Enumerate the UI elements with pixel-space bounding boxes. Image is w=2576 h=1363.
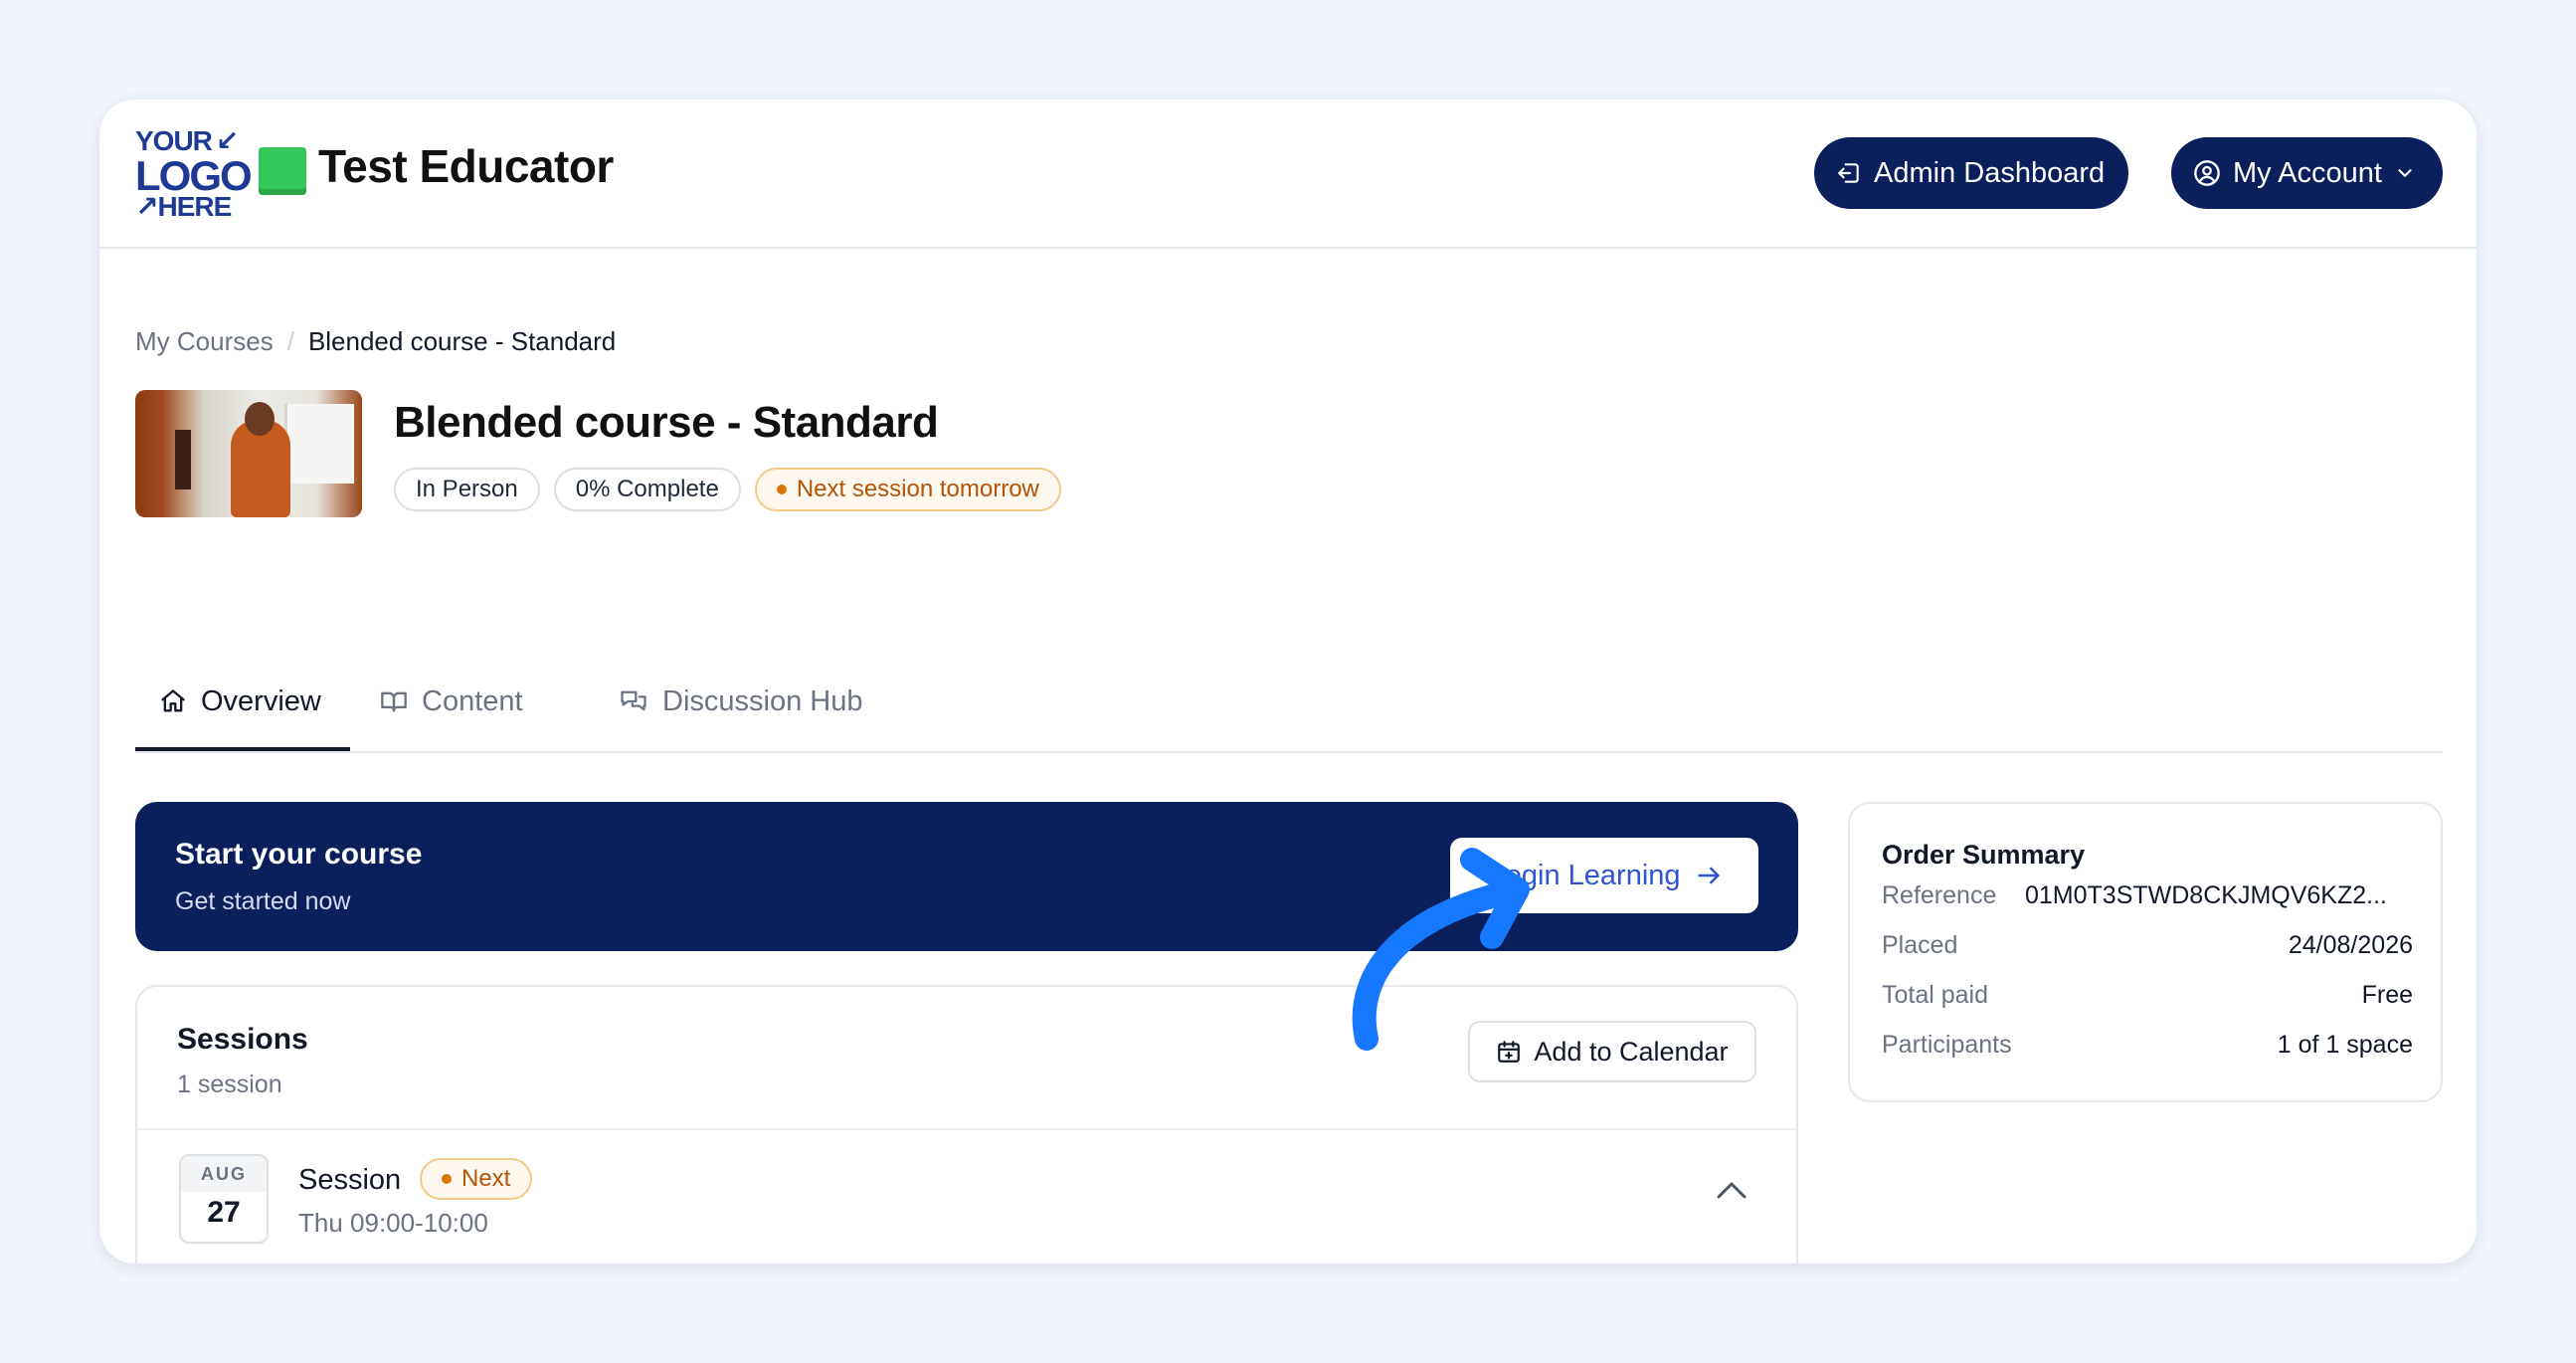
progress-chip: 0% Complete — [553, 468, 741, 511]
main-card: YOUR ↙ LOGO ↗HERE Test Educator Admin Das… — [99, 99, 2477, 1264]
tab-discussion-hub[interactable]: Discussion Hub — [619, 652, 862, 751]
sessions-divider — [137, 1128, 1796, 1130]
order-value: Free — [2361, 981, 2413, 1009]
sessions-title: Sessions — [177, 1023, 308, 1056]
my-account-label: My Account — [2233, 156, 2382, 189]
session-next-badge: Next — [420, 1158, 533, 1200]
sign-in-icon — [1838, 163, 1859, 183]
thumbnail-person-head — [245, 402, 275, 436]
order-summary-card: Order Summary Reference 01M0T3STWD8CKJMQ… — [1848, 802, 2443, 1102]
session-date-badge: AUG 27 — [179, 1154, 269, 1244]
banner-subtitle: Get started now — [175, 887, 351, 915]
admin-dashboard-button[interactable]: Admin Dashboard — [1814, 137, 2128, 209]
course-tabs: Overview Content Discussion Hub — [135, 652, 2443, 753]
session-day: 27 — [207, 1196, 241, 1229]
session-month: AUG — [181, 1156, 267, 1192]
status-dot-icon — [776, 485, 787, 494]
mode-chip: In Person — [394, 468, 540, 511]
course-chips: In Person 0% Complete Next session tomor… — [394, 468, 1061, 511]
chat-icon — [621, 690, 646, 711]
next-session-chip: Next session tomorrow — [754, 468, 1061, 511]
order-row-participants: Participants 1 of 1 space — [1882, 1031, 2413, 1060]
sessions-count: 1 session — [177, 1071, 282, 1098]
breadcrumb-separator: / — [286, 326, 294, 356]
my-account-button[interactable]: My Account — [2171, 137, 2443, 209]
tab-content-label: Content — [422, 684, 523, 717]
order-label: Participants — [1882, 1031, 2012, 1059]
green-square-icon — [259, 147, 306, 195]
logo[interactable]: YOUR ↙ LOGO ↗HERE — [135, 125, 253, 222]
session-name: Session — [298, 1164, 402, 1196]
order-summary-title: Order Summary — [1882, 840, 2086, 870]
tab-content[interactable]: Content — [380, 652, 523, 751]
session-next-label: Next — [461, 1165, 511, 1192]
breadcrumb-my-courses[interactable]: My Courses — [135, 326, 274, 357]
chevron-up-icon[interactable] — [1715, 1178, 1748, 1202]
order-value: 24/08/2026 — [2288, 931, 2413, 959]
book-icon — [381, 691, 407, 712]
order-row-reference: Reference 01M0T3STWD8CKJMQV6KZ2... — [1882, 881, 2413, 910]
tab-discussion-label: Discussion Hub — [662, 684, 863, 717]
annotation-arrow-icon — [1352, 848, 1530, 1051]
breadcrumb: My Courses / Blended course - Standard — [135, 326, 616, 357]
logo-line-1: YOUR ↙ — [135, 125, 239, 156]
next-session-label: Next session tomorrow — [796, 476, 1039, 502]
chevron-down-icon — [2398, 169, 2412, 177]
admin-dashboard-label: Admin Dashboard — [1874, 156, 2106, 189]
home-icon — [161, 689, 185, 712]
order-label: Total paid — [1882, 981, 1989, 1009]
logo-line-3: ↗HERE — [135, 191, 232, 222]
active-tab-underline — [135, 747, 350, 751]
thumbnail-whiteboard — [284, 404, 354, 484]
order-row-total-paid: Total paid Free — [1882, 981, 2413, 1010]
logo-arrow-icon: ↗ — [135, 191, 158, 222]
user-circle-icon — [2194, 160, 2220, 186]
brand-name: Test Educator — [318, 140, 614, 192]
course-thumbnail — [135, 390, 362, 517]
breadcrumb-current: Blended course - Standard — [307, 326, 617, 356]
session-time: Thu 09:00-10:00 — [298, 1208, 488, 1238]
top-header: YOUR ↙ LOGO ↗HERE Test Educator Admin Das… — [99, 99, 2477, 249]
order-value: 1 of 1 space — [2277, 1031, 2413, 1059]
arrow-right-icon — [1697, 867, 1720, 884]
tab-overview[interactable]: Overview — [159, 652, 321, 751]
order-row-placed: Placed 24/08/2026 — [1882, 931, 2413, 960]
order-label: Reference — [1882, 881, 1997, 909]
status-dot-icon — [442, 1174, 452, 1184]
banner-title: Start your course — [175, 838, 423, 871]
thumbnail-object — [175, 430, 191, 489]
tab-overview-label: Overview — [201, 684, 321, 717]
order-value: 01M0T3STWD8CKJMQV6KZ2... — [2025, 881, 2387, 909]
course-title: Blended course - Standard — [394, 398, 939, 447]
add-to-calendar-label: Add to Calendar — [1534, 1036, 1729, 1067]
order-label: Placed — [1882, 931, 1958, 959]
